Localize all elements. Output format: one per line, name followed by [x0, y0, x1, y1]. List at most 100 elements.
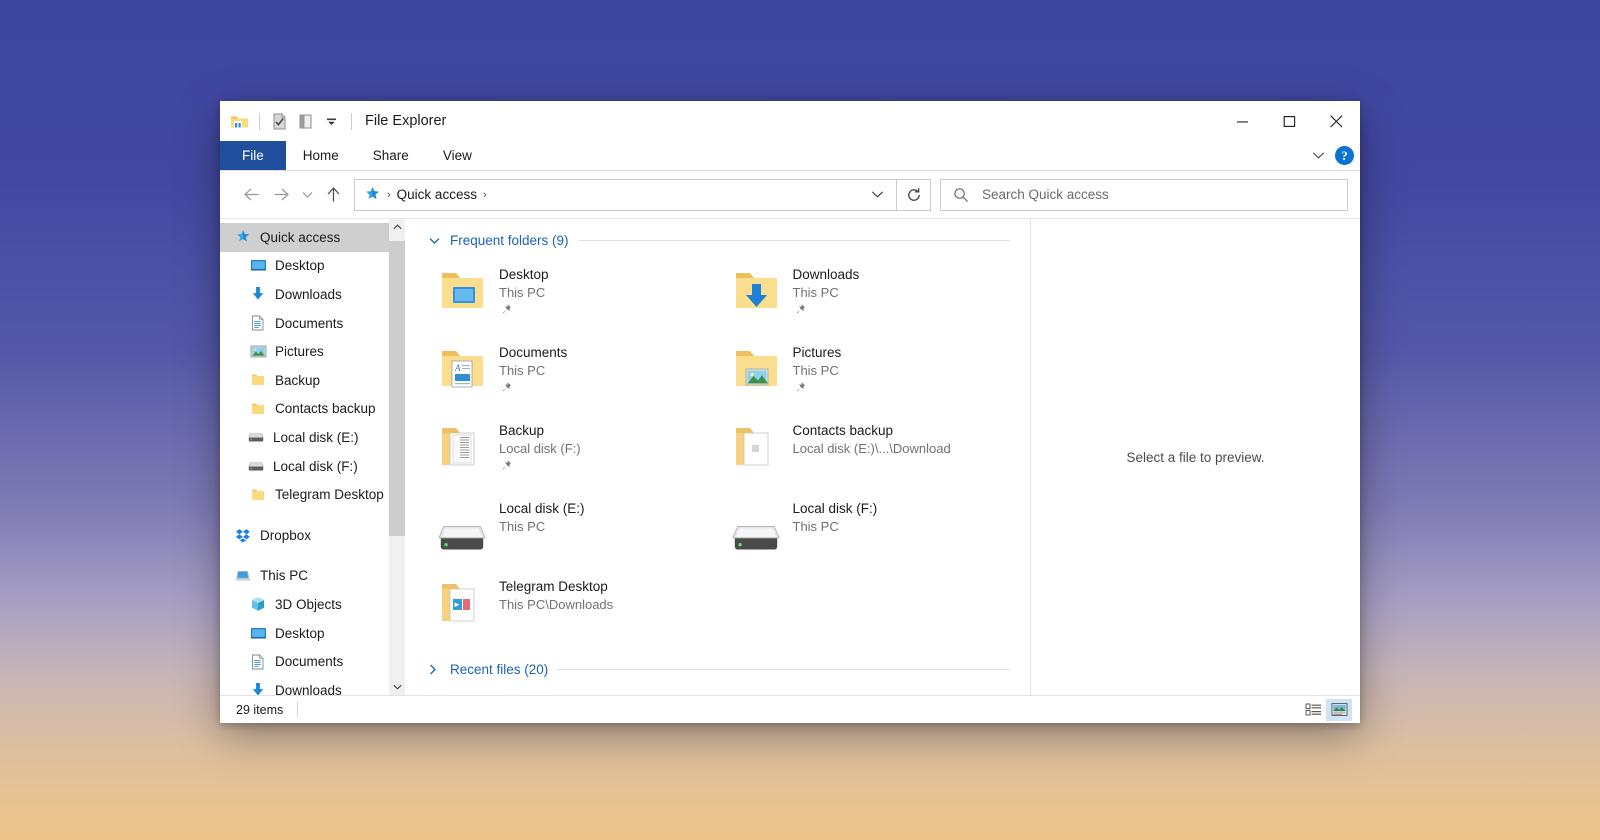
sidebar-item-local-disk-f[interactable]: Local disk (F:) — [220, 452, 405, 481]
chevron-down-icon[interactable] — [429, 237, 441, 245]
tile-subtitle: This PC — [792, 285, 839, 300]
folder-files-icon — [433, 416, 491, 476]
scrollbar-thumb[interactable] — [389, 241, 405, 536]
sidebar-item-3d-objects[interactable]: 3D Objects — [220, 590, 405, 619]
tile-text: Local disk (E:) This PC — [499, 494, 585, 534]
chevron-right-icon[interactable] — [429, 664, 441, 675]
tab-file[interactable]: File — [220, 141, 286, 170]
tile-downloads[interactable]: Downloads This PC — [727, 256, 1021, 334]
address-dropdown-icon[interactable] — [863, 190, 892, 199]
sidebar-item-documents[interactable]: Documents — [220, 309, 405, 338]
pin-icon[interactable] — [793, 303, 860, 317]
sidebar-item-telegram-desktop[interactable]: Telegram Desktop — [220, 480, 405, 509]
tab-home[interactable]: Home — [286, 141, 356, 170]
qat-properties-icon[interactable] — [270, 112, 289, 131]
breadcrumb-separator-1: › — [387, 188, 391, 201]
status-divider — [297, 702, 299, 717]
sidebar-item-label: Telegram Desktop — [275, 487, 384, 503]
sidebar-item-label: Quick access — [260, 229, 341, 245]
help-icon[interactable]: ? — [1335, 146, 1354, 165]
tile-name: Downloads — [792, 267, 860, 282]
folder-desktop-icon — [433, 260, 491, 320]
minimize-button[interactable] — [1219, 101, 1266, 141]
status-bar: 29 items — [220, 695, 1360, 723]
back-button[interactable] — [236, 180, 266, 210]
documents-icon — [249, 653, 267, 671]
sidebar-item-desktop-pc[interactable]: Desktop — [220, 619, 405, 648]
tile-telegram-desktop[interactable]: Telegram Desktop This PC\Downloads — [433, 568, 727, 646]
group-title: Recent files (20) — [450, 662, 549, 677]
sidebar-item-this-pc[interactable]: This PC — [220, 562, 405, 591]
sidebar-item-pictures[interactable]: Pictures — [220, 337, 405, 366]
sidebar-item-documents-pc[interactable]: Documents — [220, 647, 405, 676]
frequent-folders-grid: Desktop This PC Downloads This PC A Docu… — [405, 256, 1030, 646]
sidebar-item-label: 3D Objects — [275, 596, 342, 612]
pictures-icon — [249, 343, 267, 361]
forward-button[interactable] — [266, 180, 296, 210]
tab-view[interactable]: View — [426, 141, 489, 170]
desktop-icon — [249, 624, 267, 642]
chevron-down-icon[interactable] — [389, 679, 405, 695]
sidebar-item-label: Desktop — [275, 258, 325, 274]
breadcrumb-separator-2[interactable]: › — [477, 189, 493, 201]
tile-local-disk-f[interactable]: Local disk (F:) This PC — [727, 490, 1021, 568]
pin-icon[interactable] — [499, 381, 567, 395]
folder-icon — [249, 400, 267, 418]
tile-local-disk-e[interactable]: Local disk (E:) This PC — [433, 490, 727, 568]
tile-name: Backup — [499, 423, 545, 438]
tab-share[interactable]: Share — [356, 141, 426, 170]
tile-pictures[interactable]: Pictures This PC — [727, 334, 1021, 412]
tile-name: Pictures — [792, 345, 842, 360]
sidebar-item-dropbox[interactable]: Dropbox — [220, 521, 405, 550]
recent-locations-button[interactable] — [296, 180, 318, 210]
tile-contacts-backup[interactable]: Contacts backup Local disk (E:)\...\Down… — [727, 412, 1021, 490]
tile-desktop[interactable]: Desktop This PC — [433, 256, 727, 334]
tile-text: Pictures This PC — [792, 338, 842, 395]
folder-telegram-icon — [433, 572, 491, 632]
address-bar[interactable]: › Quick access › — [354, 178, 897, 211]
pin-icon[interactable] — [793, 381, 842, 395]
folder-downloads-icon — [727, 260, 785, 320]
sidebar-item-quick-access[interactable]: Quick access — [220, 223, 405, 252]
tile-backup[interactable]: Backup Local disk (F:) — [433, 412, 727, 490]
maximize-button[interactable] — [1266, 101, 1313, 141]
navigation-scrollbar[interactable] — [389, 219, 405, 695]
sidebar-item-downloads-pc[interactable]: Downloads — [220, 676, 405, 695]
tile-text: Desktop This PC — [499, 260, 549, 317]
up-button[interactable] — [318, 180, 348, 210]
large-icons-view-icon[interactable] — [1326, 698, 1352, 721]
group-header-recent-files[interactable]: Recent files (20) — [405, 662, 1030, 677]
sidebar-item-desktop[interactable]: Desktop — [220, 252, 405, 281]
breadcrumb-quick-access[interactable]: Quick access — [397, 187, 477, 202]
tile-subtitle: This PC — [792, 519, 839, 534]
qat-new-folder-icon[interactable] — [296, 112, 315, 131]
chevron-down-icon[interactable] — [1312, 151, 1325, 160]
drive-large-icon — [433, 494, 491, 554]
folder-contacts-icon — [727, 416, 785, 476]
tile-subtitle: This PC — [499, 363, 546, 378]
desktop-icon — [249, 257, 267, 275]
group-header-frequent-folders[interactable]: Frequent folders (9) — [405, 233, 1030, 248]
group-title: Frequent folders (9) — [450, 233, 569, 248]
refresh-button[interactable] — [897, 178, 931, 211]
tile-name: Local disk (E:) — [499, 501, 585, 516]
tile-subtitle: This PC — [499, 519, 546, 534]
chevron-up-icon[interactable] — [389, 219, 405, 235]
sidebar-item-local-disk-e[interactable]: Local disk (E:) — [220, 423, 405, 452]
pin-icon[interactable] — [499, 303, 549, 317]
sidebar-item-downloads[interactable]: Downloads — [220, 280, 405, 309]
search-input[interactable]: Search Quick access — [982, 187, 1109, 202]
downloads-icon — [249, 681, 267, 695]
sidebar-item-contacts-backup[interactable]: Contacts backup — [220, 395, 405, 424]
qat-folder-icon[interactable] — [230, 112, 249, 131]
close-button[interactable] — [1313, 101, 1360, 141]
details-view-icon[interactable] — [1300, 699, 1326, 721]
window-body: Quick access Desktop Downloads Documents… — [220, 218, 1360, 695]
tile-documents[interactable]: A Documents This PC — [433, 334, 727, 412]
pin-icon[interactable] — [499, 459, 581, 473]
qat-customize-icon[interactable] — [322, 112, 341, 131]
sidebar-item-backup[interactable]: Backup — [220, 366, 405, 395]
drive-large-icon — [727, 494, 785, 554]
search-box[interactable]: Search Quick access — [940, 178, 1348, 211]
search-icon — [953, 187, 969, 203]
